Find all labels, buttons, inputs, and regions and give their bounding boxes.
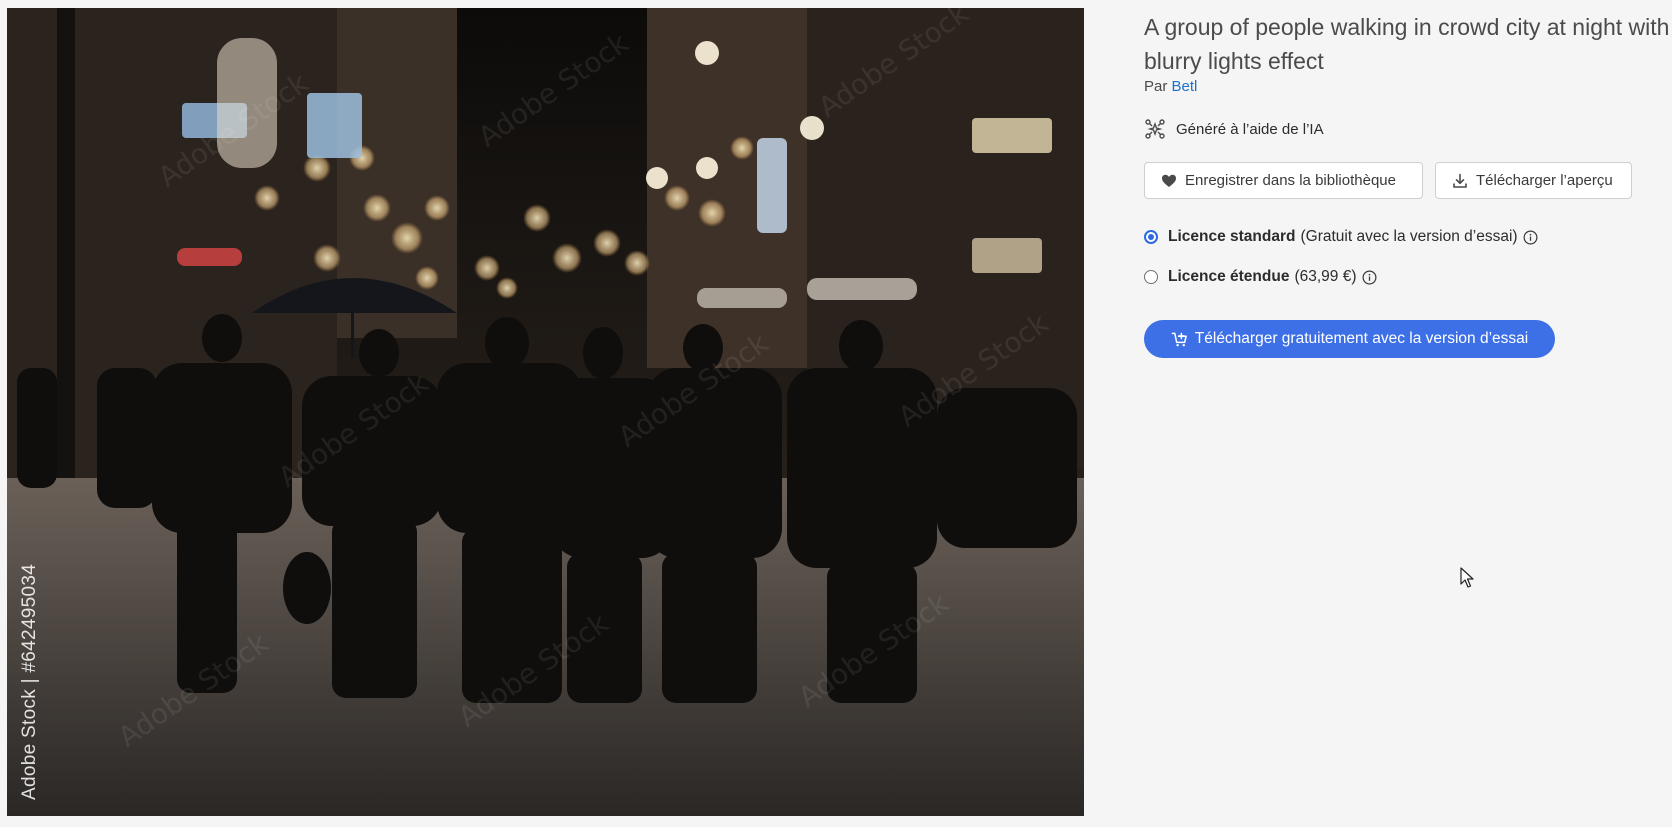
author-prefix: Par [1144, 78, 1168, 95]
download-icon [1453, 173, 1467, 188]
info-icon[interactable] [1362, 270, 1377, 285]
asset-title: A group of people walking in crowd city … [1144, 14, 1670, 74]
license-option-standard[interactable]: Licence standard (Gratuit avec la versio… [1144, 228, 1538, 246]
download-preview-button[interactable]: Télécharger l’aperçu [1435, 162, 1632, 199]
asset-id-watermark: Adobe Stock | #642495034 [19, 563, 40, 800]
info-icon[interactable] [1523, 230, 1538, 245]
license-option-extended[interactable]: Licence étendue (63,99 €) [1144, 268, 1377, 286]
author-link[interactable]: Betl [1172, 78, 1198, 95]
license-extended-radio[interactable] [1144, 270, 1158, 284]
night-street-photo: Adobe Stock Adobe Stock Adobe Stock Adob… [7, 8, 1084, 816]
preview-button-label: Télécharger l’aperçu [1476, 172, 1613, 189]
ai-generated-label: Généré à l’aide de l’IA [1176, 120, 1324, 138]
download-free-trial-button[interactable]: Télécharger gratuitement avec la version… [1144, 320, 1555, 358]
author-line: Par Betl [1144, 78, 1197, 95]
ai-generated-badge: Généré à l’aide de l’IA [1144, 118, 1324, 140]
asset-preview-image[interactable]: Adobe Stock Adobe Stock Adobe Stock Adob… [7, 8, 1084, 816]
save-button-label: Enregistrer dans la bibliothèque [1185, 172, 1396, 189]
asset-details-panel: A group of people walking in crowd city … [1144, 0, 1672, 827]
cart-add-icon [1171, 332, 1187, 346]
heart-icon [1162, 174, 1176, 187]
license-standard-radio[interactable] [1144, 230, 1158, 244]
license-standard-detail: (Gratuit avec la version d’essai) [1300, 228, 1518, 245]
stock-asset-page: Adobe Stock Adobe Stock Adobe Stock Adob… [0, 0, 1672, 827]
ai-generated-icon [1145, 119, 1165, 139]
license-standard-name: Licence standard [1168, 228, 1296, 245]
cta-label: Télécharger gratuitement avec la version… [1194, 330, 1529, 347]
save-to-library-button[interactable]: Enregistrer dans la bibliothèque [1144, 162, 1423, 199]
mouse-cursor-icon [1460, 567, 1474, 588]
license-extended-name: Licence étendue [1168, 268, 1290, 285]
license-extended-price: (63,99 €) [1294, 268, 1357, 285]
